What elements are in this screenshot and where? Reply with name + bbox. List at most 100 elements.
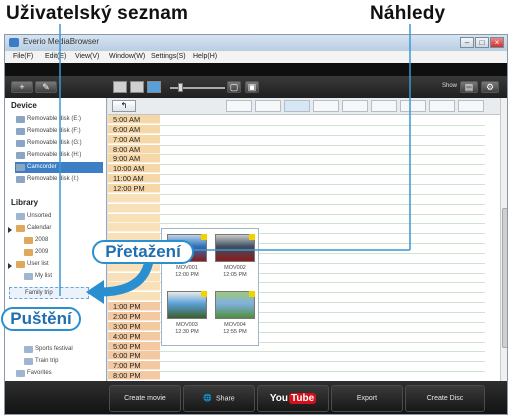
library-item-year[interactable]: 2008 <box>23 235 103 246</box>
device-item[interactable]: Removable disk (H:) <box>15 150 103 161</box>
device-heading: Device <box>11 101 37 110</box>
library-item-favorites[interactable]: Favorites <box>15 368 103 379</box>
time-slot: 3:00 PM <box>108 321 160 331</box>
library-item-calendar[interactable]: Calendar <box>15 223 103 234</box>
time-slot: 5:00 PM <box>108 341 160 351</box>
time-slot <box>108 223 160 233</box>
drive-icon <box>16 116 25 123</box>
library-item-my-list[interactable]: My list <box>23 271 103 282</box>
menu-help[interactable]: Help(H) <box>193 53 217 60</box>
date-cell[interactable] <box>429 100 455 112</box>
page: Uživatelský seznam Náhledy Everio MediaB… <box>0 0 512 415</box>
add-button[interactable]: + <box>11 81 33 93</box>
menu-bar: File(F) Edit(E) View(V) Window(W) Settin… <box>5 51 507 63</box>
grid-line <box>160 134 485 136</box>
drop-target-item[interactable]: Family trip <box>9 287 89 299</box>
library-item-user-list[interactable]: User list <box>15 259 103 270</box>
youtube-button[interactable]: You Tube <box>257 385 329 412</box>
video-thumbnail[interactable] <box>215 234 255 262</box>
display-mode-button[interactable]: ▤ <box>460 81 478 93</box>
time-slot: 1:00 PM <box>108 302 160 312</box>
time-slot: 6:00 PM <box>108 351 160 361</box>
date-navigation-bar: ↰ <box>108 98 500 115</box>
library-item-train-trip[interactable]: Train trip <box>23 356 103 367</box>
device-item[interactable]: Removable disk (G:) <box>15 138 103 149</box>
thumbnail-time: 12:30 PM <box>175 329 199 335</box>
menu-settings[interactable]: Settings(S) <box>151 53 186 60</box>
menu-window[interactable]: Window(W) <box>109 53 145 60</box>
drive-icon <box>16 140 25 147</box>
date-cell[interactable] <box>400 100 426 112</box>
list-icon <box>24 346 33 353</box>
grid-line <box>160 164 485 166</box>
grid-line <box>160 124 485 126</box>
library-heading: Library <box>11 198 39 207</box>
globe-icon: 🌐 <box>203 395 213 402</box>
vertical-scrollbar[interactable] <box>500 98 507 381</box>
expand-arrow-icon[interactable] <box>8 227 13 233</box>
tools-button[interactable]: ✎ <box>35 81 57 93</box>
toolbar: + ✎ ▢ ▣ Show ▤ ⚙ <box>5 76 507 98</box>
thumbnail-label: MOV004 <box>224 322 246 328</box>
video-thumbnail[interactable] <box>167 291 207 319</box>
date-cell[interactable] <box>255 100 281 112</box>
device-item[interactable]: Removable disk (I:) <box>15 174 103 185</box>
zoom-in-icon[interactable]: ▢ <box>227 81 241 93</box>
view-thumbnail-button[interactable] <box>113 81 127 93</box>
library-icon <box>16 213 25 220</box>
video-thumbnail[interactable] <box>215 291 255 319</box>
time-slot: 8:00 AM <box>108 144 160 154</box>
library-item-year[interactable]: 2009 <box>23 247 103 258</box>
grid-line <box>160 183 485 185</box>
date-cell[interactable] <box>458 100 484 112</box>
drop-target-label: Family trip <box>25 290 53 296</box>
new-badge-icon <box>249 234 255 240</box>
time-slot <box>108 262 160 272</box>
view-calendar-button[interactable] <box>147 81 161 93</box>
maximize-button[interactable]: □ <box>475 37 489 48</box>
library-item-unsorted[interactable]: Unsorted <box>15 211 103 222</box>
share-button[interactable]: 🌐 Share <box>183 385 255 412</box>
grid-line <box>160 361 485 363</box>
callout-user-list-title: Uživatelský seznam <box>6 3 189 24</box>
date-cell[interactable] <box>342 100 368 112</box>
up-arrow-icon[interactable]: ↰ <box>112 100 136 112</box>
grid-line <box>160 144 485 146</box>
minimize-button[interactable]: – <box>460 37 474 48</box>
thumbnail-label: MOV003 <box>176 322 198 328</box>
device-item[interactable]: Removable disk (F:) <box>15 126 103 137</box>
grid-line <box>160 203 485 205</box>
grid-line <box>160 193 485 195</box>
date-cell-active[interactable] <box>284 100 310 112</box>
create-movie-button[interactable]: Create movie <box>109 385 181 412</box>
menu-edit[interactable]: Edit(E) <box>45 53 66 60</box>
new-badge-icon <box>201 234 207 240</box>
star-icon <box>16 370 25 377</box>
grid-line <box>160 154 485 156</box>
export-button[interactable]: Export <box>331 385 403 412</box>
date-cell[interactable] <box>371 100 397 112</box>
zoom-slider-handle[interactable] <box>178 83 183 92</box>
library-item-sports[interactable]: Sports festival <box>23 344 103 355</box>
folder-icon <box>24 237 33 244</box>
drop-bubble: Puštění <box>1 307 81 331</box>
device-item-selected[interactable]: Camcorder <box>15 162 103 173</box>
scrollbar-thumb[interactable] <box>502 208 507 348</box>
grid-line <box>160 223 485 225</box>
create-disc-button[interactable]: Create Disc <box>405 385 485 412</box>
view-list-button[interactable] <box>130 81 144 93</box>
date-cell[interactable] <box>313 100 339 112</box>
fit-icon[interactable]: ▣ <box>245 81 259 93</box>
close-button[interactable]: × <box>490 37 504 48</box>
date-cell[interactable] <box>226 100 252 112</box>
menu-view[interactable]: View(V) <box>75 53 99 60</box>
time-slot: 9:00 AM <box>108 154 160 164</box>
device-item[interactable]: Removable disk (E:) <box>15 114 103 125</box>
expand-arrow-icon[interactable] <box>8 263 13 269</box>
app-window: Everio MediaBrowser – □ × File(F) Edit(E… <box>4 34 508 415</box>
drag-bubble: Přetažení <box>92 240 194 264</box>
menu-file[interactable]: File(F) <box>13 53 33 60</box>
settings-icon[interactable]: ⚙ <box>481 81 499 93</box>
sidebar: Device Removable disk (E:) Removable dis… <box>5 98 107 381</box>
grid-line <box>160 351 485 353</box>
